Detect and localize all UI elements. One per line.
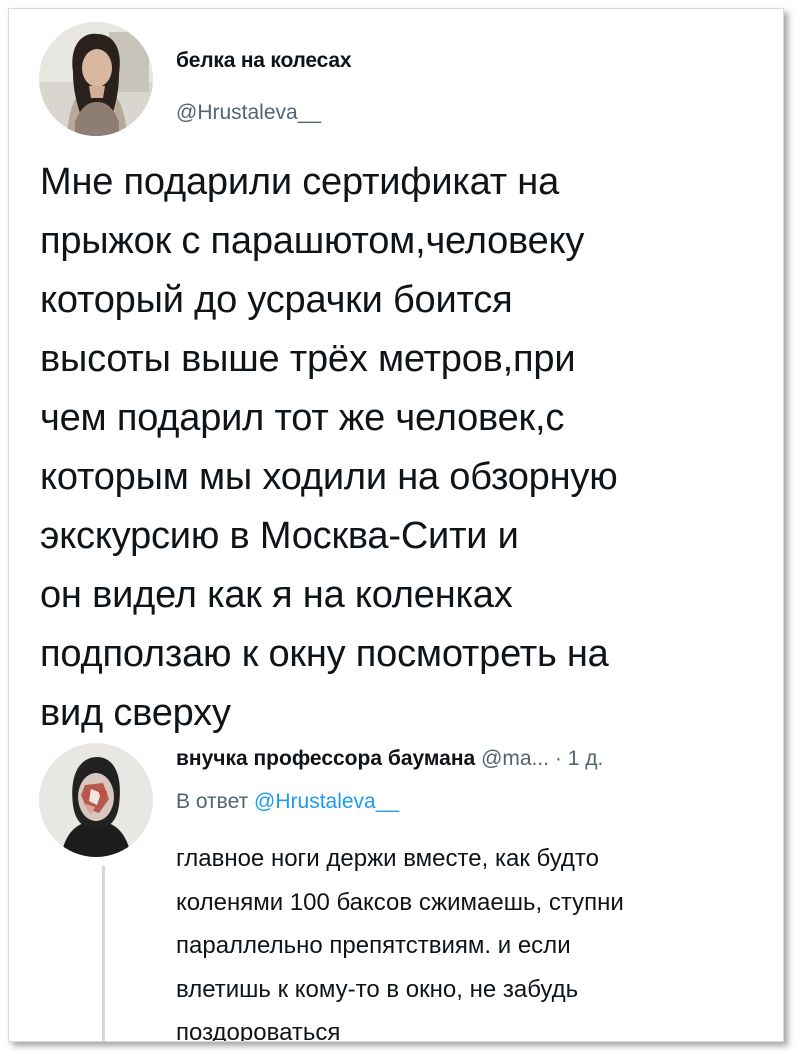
tweet-text-line: высоты выше трёх метров,при bbox=[40, 338, 576, 380]
tweet-text-line: он видел как я на коленках bbox=[40, 574, 513, 616]
author-avatar-image bbox=[39, 22, 153, 136]
tweet-text: Мне подарили сертификат на прыжок с пара… bbox=[40, 153, 780, 743]
tweet-text-line: Мне подарили сертификат на bbox=[40, 161, 560, 203]
reply-text: главное ноги держи вместе, как будто кол… bbox=[176, 837, 776, 1042]
reply-text-line: главное ноги держи вместе, как будто bbox=[176, 845, 599, 872]
reply-text-line: поздороваться bbox=[176, 1019, 341, 1042]
reply-header: внучка профессора баумана @ma... · 1 д. bbox=[176, 747, 603, 771]
reply-text-line: коленями 100 баксов сжимаешь, ступни bbox=[176, 888, 624, 916]
reply-timestamp[interactable]: 1 д. bbox=[568, 747, 604, 770]
reply-text-line: параллельно препятствиям. и если bbox=[176, 932, 571, 959]
tweet-text-line: чем подарил тот же человек,с bbox=[40, 397, 565, 439]
screenshot-frame: белка на колесах @Hrustaleva__ Мне подар… bbox=[8, 8, 784, 1042]
meta-separator: · bbox=[554, 747, 562, 770]
author-avatar[interactable] bbox=[39, 22, 153, 136]
reply-author-avatar-image bbox=[39, 743, 153, 857]
reply-author-avatar[interactable] bbox=[39, 743, 153, 857]
tweet-text-line: который до усрачки боится bbox=[40, 279, 513, 321]
tweet-text-line: подползаю к окну посмотреть на bbox=[40, 633, 609, 675]
tweet-text-line: вид сверху bbox=[40, 692, 231, 734]
tweet-text-line: экскурсию в Москва-Сити и bbox=[40, 515, 519, 557]
thread-line bbox=[102, 866, 105, 1041]
reply-text-line: влетишь к кому-то в окно, не забудь bbox=[176, 975, 579, 1003]
replying-to-mention[interactable]: @Hrustaleva__ bbox=[254, 790, 399, 813]
tweet-text-line: которым мы ходили на обзорную bbox=[40, 456, 618, 498]
author-handle[interactable]: @Hrustaleva__ bbox=[176, 101, 321, 125]
replying-to-label: В ответ bbox=[176, 790, 249, 813]
reply-author-handle[interactable]: @ma... bbox=[481, 747, 549, 770]
tweet-text-line: прыжок с парашютом,человеку bbox=[40, 220, 585, 262]
author-display-name[interactable]: белка на колесах bbox=[176, 49, 352, 73]
replying-to: В ответ @Hrustaleva__ bbox=[176, 790, 399, 814]
reply-author-display-name[interactable]: внучка профессора баумана bbox=[176, 747, 475, 770]
